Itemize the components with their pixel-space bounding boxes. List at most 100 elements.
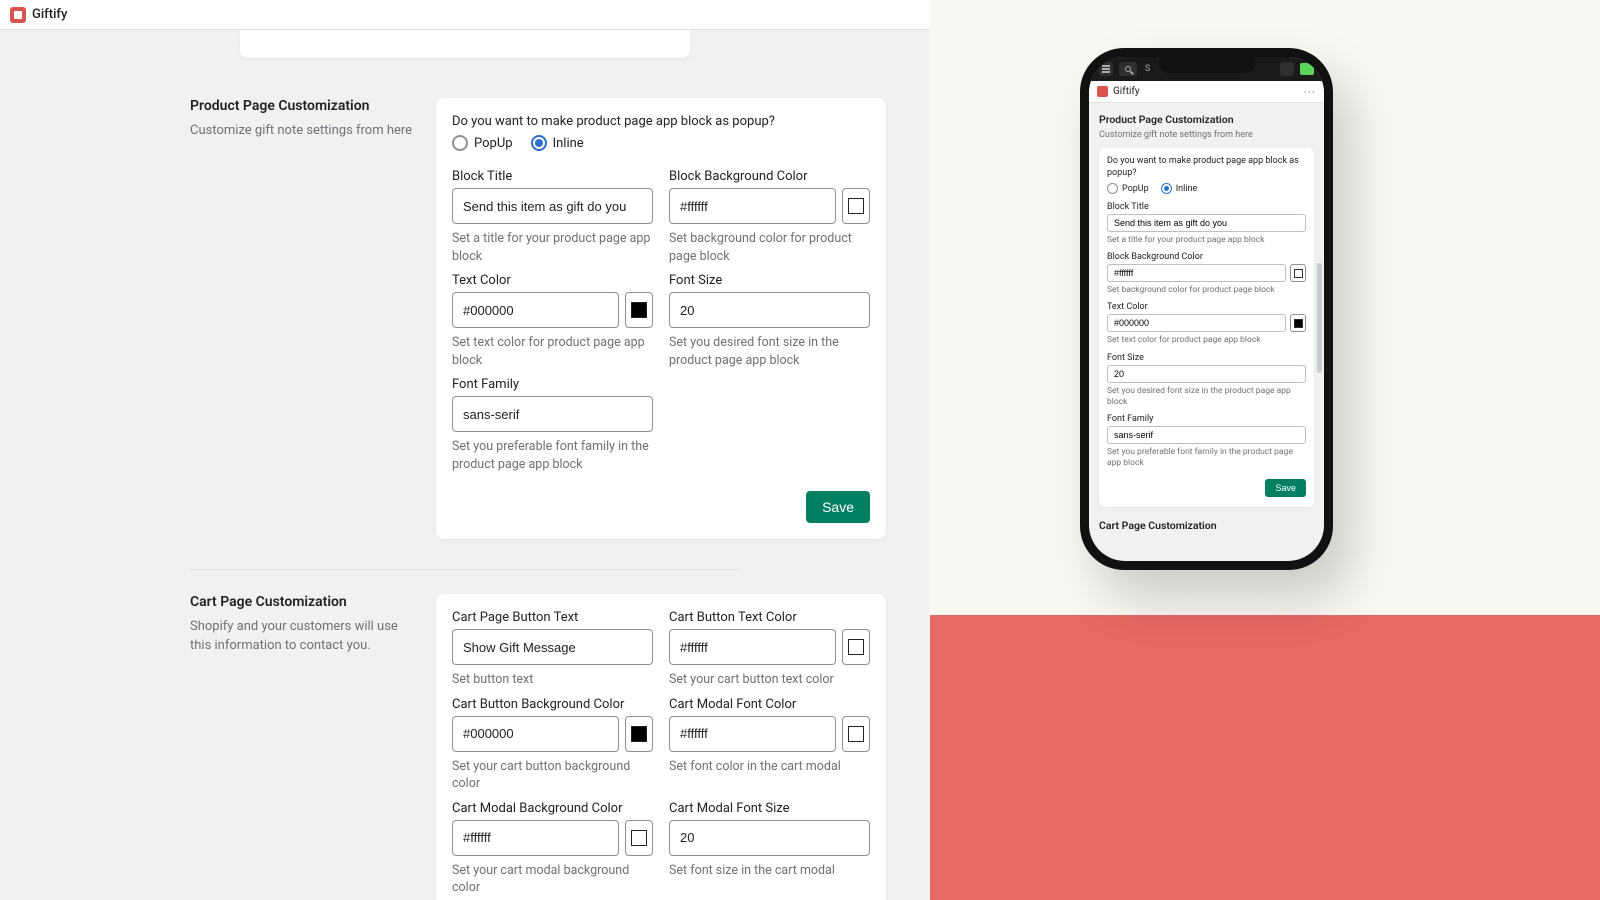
cart-btn-bg-label: Cart Button Background Color bbox=[452, 697, 653, 712]
radio-popup-label: PopUp bbox=[474, 136, 513, 151]
block-title-label: Block Title bbox=[452, 169, 653, 184]
hamburger-icon bbox=[1099, 62, 1113, 76]
phone-block-bg-label: Block Background Color bbox=[1107, 252, 1306, 262]
cart-btn-text-input[interactable] bbox=[452, 629, 653, 665]
phone-product-card: Do you want to make product page app blo… bbox=[1099, 148, 1314, 507]
block-bg-label: Block Background Color bbox=[669, 169, 870, 184]
color-swatch-icon bbox=[1294, 269, 1303, 278]
color-swatch-icon bbox=[1294, 319, 1303, 328]
color-swatch-icon bbox=[848, 198, 864, 214]
phone-radio-inline-label: Inline bbox=[1176, 184, 1198, 194]
cart-btn-text-label: Cart Page Button Text bbox=[452, 610, 653, 625]
statusbar-square-icon bbox=[1280, 62, 1294, 76]
cart-modal-bg-help: Set your cart modal background color bbox=[452, 862, 653, 897]
cart-modal-fontcolor-input[interactable] bbox=[669, 716, 836, 752]
radio-dot-icon bbox=[1107, 183, 1118, 194]
cart-modal-fontcolor-label: Cart Modal Font Color bbox=[669, 697, 870, 712]
phone-radio-inline[interactable]: Inline bbox=[1161, 183, 1198, 194]
radio-dot-icon bbox=[452, 135, 468, 151]
cart-btn-textcolor-help: Set your cart button text color bbox=[669, 671, 870, 689]
cart-modal-fontsize-help: Set font size in the cart modal bbox=[669, 862, 870, 880]
mockup-stage: S Giftify ··· Product Page Customization… bbox=[930, 0, 1600, 900]
search-icon bbox=[1119, 62, 1137, 76]
cart-btn-textcolor-label: Cart Button Text Color bbox=[669, 610, 870, 625]
radio-popup[interactable]: PopUp bbox=[452, 135, 513, 151]
previous-card-edge bbox=[240, 30, 690, 58]
phone-radio-popup-label: PopUp bbox=[1122, 184, 1149, 194]
phone-product-desc: Customize gift note settings from here bbox=[1099, 130, 1314, 140]
phone-block-title-label: Block Title bbox=[1107, 202, 1306, 212]
radio-dot-icon bbox=[1161, 183, 1172, 194]
block-title-input[interactable] bbox=[452, 188, 653, 224]
cart-modal-bg-swatch-button[interactable] bbox=[625, 820, 653, 856]
cart-modal-bg-input[interactable] bbox=[452, 820, 619, 856]
block-title-help: Set a title for your product page app bl… bbox=[452, 230, 653, 265]
phone-block-bg-input[interactable] bbox=[1107, 264, 1286, 282]
giftify-logo-icon bbox=[10, 7, 26, 23]
font-size-help: Set you desired font size in the product… bbox=[669, 334, 870, 369]
phone-product-question: Do you want to make product page app blo… bbox=[1107, 156, 1306, 179]
giftify-logo-icon bbox=[1097, 86, 1108, 97]
app-header: Giftify bbox=[0, 0, 930, 30]
phone-font-size-help: Set you desired font size in the product… bbox=[1107, 386, 1306, 408]
font-size-input[interactable] bbox=[669, 292, 870, 328]
phone-font-family-help: Set you preferable font family in the pr… bbox=[1107, 447, 1306, 469]
text-color-swatch-button[interactable] bbox=[625, 292, 653, 328]
cart-modal-fontsize-input[interactable] bbox=[669, 820, 870, 856]
color-swatch-icon bbox=[631, 302, 647, 318]
cart-card: Cart Page Button Text Set button text Ca… bbox=[436, 594, 886, 900]
product-section-title: Product Page Customization bbox=[190, 98, 416, 114]
text-color-label: Text Color bbox=[452, 273, 653, 288]
phone-scrollbar[interactable] bbox=[1317, 263, 1322, 373]
color-swatch-icon bbox=[848, 639, 864, 655]
radio-inline[interactable]: Inline bbox=[531, 135, 584, 151]
text-color-help: Set text color for product page app bloc… bbox=[452, 334, 653, 369]
block-bg-input[interactable] bbox=[669, 188, 836, 224]
cart-btn-bg-input[interactable] bbox=[452, 716, 619, 752]
cart-btn-textcolor-swatch-button[interactable] bbox=[842, 629, 870, 665]
phone-font-size-label: Font Size bbox=[1107, 353, 1306, 363]
product-card: Do you want to make product page app blo… bbox=[436, 98, 886, 539]
font-family-input[interactable] bbox=[452, 396, 653, 432]
product-save-button[interactable]: Save bbox=[806, 491, 870, 523]
cart-modal-fontcolor-help: Set font color in the cart modal bbox=[669, 758, 870, 776]
cart-btn-bg-help: Set your cart button background color bbox=[452, 758, 653, 793]
font-size-label: Font Size bbox=[669, 273, 870, 288]
phone-cart-title: Cart Page Customization bbox=[1099, 519, 1314, 532]
phone-frame: S Giftify ··· Product Page Customization… bbox=[1080, 48, 1333, 570]
phone-block-title-input[interactable] bbox=[1107, 214, 1306, 232]
phone-block-bg-swatch-button[interactable] bbox=[1290, 264, 1306, 282]
cart-section-title: Cart Page Customization bbox=[190, 594, 416, 610]
statusbar-badge-icon bbox=[1300, 63, 1314, 75]
phone-block-title-help: Set a title for your product page app bl… bbox=[1107, 235, 1306, 246]
product-question: Do you want to make product page app blo… bbox=[452, 114, 870, 129]
phone-block-bg-help: Set background color for product page bl… bbox=[1107, 285, 1306, 296]
radio-inline-label: Inline bbox=[553, 136, 584, 151]
phone-app-header: Giftify ··· bbox=[1089, 81, 1324, 103]
phone-radio-popup[interactable]: PopUp bbox=[1107, 183, 1149, 194]
cart-modal-fontcolor-swatch-button[interactable] bbox=[842, 716, 870, 752]
font-family-help: Set you preferable font family in the pr… bbox=[452, 438, 653, 473]
phone-font-family-input[interactable] bbox=[1107, 426, 1306, 444]
statusbar-search-text: S bbox=[1145, 64, 1150, 74]
app-brand: Giftify bbox=[32, 7, 67, 22]
radio-dot-icon bbox=[531, 135, 547, 151]
product-section-desc: Customize gift note settings from here bbox=[190, 122, 416, 141]
cart-modal-fontsize-label: Cart Modal Font Size bbox=[669, 801, 870, 816]
block-bg-swatch-button[interactable] bbox=[842, 188, 870, 224]
phone-product-title: Product Page Customization bbox=[1099, 113, 1314, 126]
cart-modal-bg-label: Cart Modal Background Color bbox=[452, 801, 653, 816]
phone-text-color-input[interactable] bbox=[1107, 314, 1286, 332]
color-swatch-icon bbox=[631, 726, 647, 742]
cart-btn-bg-swatch-button[interactable] bbox=[625, 716, 653, 752]
phone-save-button[interactable]: Save bbox=[1265, 479, 1306, 497]
cart-btn-text-help: Set button text bbox=[452, 671, 653, 689]
more-icon: ··· bbox=[1304, 85, 1316, 99]
color-swatch-icon bbox=[848, 726, 864, 742]
text-color-input[interactable] bbox=[452, 292, 619, 328]
phone-font-size-input[interactable] bbox=[1107, 365, 1306, 383]
phone-app-brand: Giftify bbox=[1113, 86, 1140, 97]
cart-btn-textcolor-input[interactable] bbox=[669, 629, 836, 665]
font-family-label: Font Family bbox=[452, 377, 653, 392]
phone-text-color-swatch-button[interactable] bbox=[1290, 314, 1306, 332]
